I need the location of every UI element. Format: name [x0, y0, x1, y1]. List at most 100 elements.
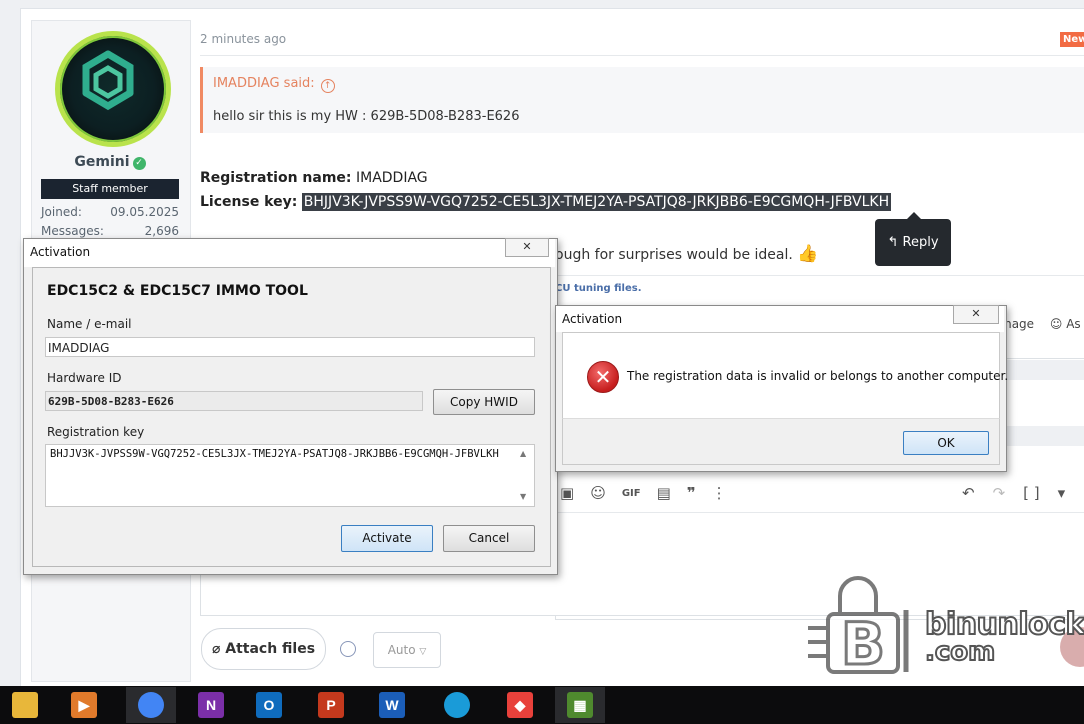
license-key-label: License key: — [200, 194, 298, 210]
new-badge: New — [1060, 32, 1084, 47]
powerpoint-icon: P — [318, 692, 344, 718]
emoji-icon[interactable]: ☺ — [590, 484, 606, 502]
taskbar-chip-tool[interactable]: ▦ — [555, 687, 605, 723]
more-options-icon[interactable]: ⋮ — [712, 484, 727, 502]
reaction-bar-partial[interactable]: mage ☺ As — [1000, 317, 1081, 331]
messages-label: Messages: — [41, 224, 104, 238]
thumbs-up-icon: 👍 — [797, 244, 819, 264]
editor-toolbar-right: ↶ ↷ [ ] ▾ — [962, 480, 1065, 506]
onenote-icon: N — [198, 692, 224, 718]
close-button[interactable]: ✕ — [505, 238, 549, 257]
signature-text[interactable]: CU tuning files. — [555, 283, 642, 294]
quote-author[interactable]: IMADDIAG said: ↑ — [213, 76, 335, 93]
outlook-icon: O — [256, 692, 282, 718]
cancel-button[interactable]: Cancel — [443, 525, 535, 552]
activation-dialog-titlebar[interactable] — [24, 239, 555, 267]
product-heading: EDC15C2 & EDC15C7 IMMO TOOL — [47, 283, 308, 299]
divider — [200, 55, 1084, 56]
username-text[interactable]: Gemini — [74, 154, 129, 170]
activation-panel — [32, 267, 551, 567]
quote-text: hello sir this is my HW : 629B-5D08-B283… — [213, 109, 520, 124]
taskbar-outlook[interactable]: O — [244, 687, 294, 723]
close-icon: ✕ — [971, 307, 981, 320]
messages-value: 2,696 — [144, 224, 179, 238]
quote-icon[interactable]: ❞ — [687, 484, 696, 502]
error-dialog-titlebar[interactable] — [556, 306, 1004, 332]
arrow-up-icon[interactable]: ↑ — [320, 79, 335, 93]
hwid-label: Hardware ID — [47, 371, 122, 385]
paperclip-icon: ⌀ — [211, 641, 221, 657]
word-icon: W — [379, 692, 405, 718]
activate-button[interactable]: Activate — [341, 525, 433, 552]
image-icon[interactable]: ▣ — [560, 484, 574, 502]
taskbar-powerpoint[interactable]: P — [306, 687, 356, 723]
divider — [555, 512, 1084, 513]
error-message: The registration data is invalid or belo… — [627, 369, 1009, 383]
save-draft-icon[interactable]: ▾ — [1058, 484, 1066, 502]
ok-button[interactable]: OK — [903, 431, 989, 455]
quote-author-text[interactable]: IMADDIAG said: — [213, 76, 315, 91]
ask-label[interactable]: As — [1066, 317, 1080, 331]
taskbar-edge[interactable] — [432, 687, 482, 723]
copy-hwid-button[interactable]: Copy HWID — [433, 389, 535, 415]
scroll-up-icon[interactable]: ▲ — [520, 449, 526, 458]
close-icon: ✕ — [522, 240, 532, 253]
error-dialog-title: Activation — [562, 312, 623, 326]
gif-icon[interactable]: GIF — [622, 488, 641, 499]
watermark-text-domain: .com — [924, 637, 996, 667]
ask-icon[interactable]: ☺ — [1050, 317, 1063, 331]
svg-text:B: B — [841, 610, 885, 676]
joined-label: Joined: — [41, 205, 82, 219]
file-explorer-icon — [12, 692, 38, 718]
close-button[interactable]: ✕ — [953, 305, 999, 324]
taskbar-media-player[interactable]: ▶ — [59, 687, 109, 723]
taskbar-onenote[interactable]: N — [186, 687, 236, 723]
taskbar-chrome[interactable] — [126, 687, 176, 723]
globe-icon[interactable] — [340, 641, 356, 657]
name-field[interactable]: IMADDIAG — [45, 337, 535, 357]
license-key-selected-text[interactable]: BHJJV3K-JVPSS9W-VGQ7252-CE5L3JX-TMEJ2YA-… — [301, 193, 892, 211]
taskbar-word[interactable]: W — [367, 687, 417, 723]
editor-toolbar: ▣ ☺ GIF ▤ ❞ ⋮ — [560, 480, 727, 506]
auto-select-value[interactable]: Auto — [388, 643, 416, 657]
editor-band — [1000, 360, 1084, 380]
chip-tool-icon: ▦ — [567, 692, 593, 718]
error-icon: ✕ — [587, 361, 619, 393]
edge-icon — [444, 692, 470, 718]
activation-dialog-title: Activation — [30, 245, 91, 259]
divider — [555, 275, 1084, 276]
registration-name-label: Registration name: — [200, 170, 352, 186]
messages-row: Messages: 2,696 — [41, 224, 179, 238]
auto-select[interactable]: Auto ▽ — [373, 632, 441, 668]
reply-label[interactable]: Reply — [903, 235, 939, 250]
scroll-down-icon[interactable]: ▼ — [520, 492, 526, 501]
joined-row: Joined: 09.05.2025 — [41, 205, 179, 219]
anydesk-icon: ◆ — [507, 692, 533, 718]
post-body-text: ough for surprises would be ideal. — [555, 247, 793, 263]
post-time[interactable]: 2 minutes ago — [200, 32, 286, 46]
registration-name-value: IMADDIAG — [355, 170, 428, 186]
redo-icon[interactable]: ↷ — [993, 484, 1006, 502]
name-label: Name / e-mail — [47, 317, 132, 331]
media-player-icon: ▶ — [71, 692, 97, 718]
verified-check-icon: ✓ — [132, 157, 146, 170]
hwid-field[interactable]: 629B-5D08-B283-E626 — [45, 391, 423, 411]
openai-knot-icon — [82, 50, 134, 111]
watermark-text: binunlock — [924, 607, 1084, 642]
attach-files-label[interactable]: Attach files — [225, 641, 315, 657]
taskbar-anydesk[interactable]: ◆ — [495, 687, 545, 723]
joined-value: 09.05.2025 — [110, 205, 179, 219]
registration-name-line: Registration name: IMADDIAG — [200, 170, 428, 186]
post-body-partial: ough for surprises would be ideal. 👍 — [555, 244, 818, 264]
undo-icon[interactable]: ↶ — [962, 484, 975, 502]
taskbar-file-explorer[interactable] — [0, 687, 50, 723]
avatar[interactable] — [55, 31, 171, 147]
attach-files-button[interactable]: ⌀ Attach files — [201, 628, 326, 670]
reply-tooltip[interactable]: ↰ Reply — [875, 219, 951, 266]
media-icon[interactable]: ▤ — [657, 484, 671, 502]
reply-icon: ↰ — [887, 235, 899, 250]
chevron-down-icon: ▽ — [419, 647, 427, 657]
regkey-value[interactable]: BHJJV3K-JVPSS9W-VGQ7252-CE5L3JX-TMEJ2YA-… — [50, 448, 515, 461]
toggle-bbcode-icon[interactable]: [ ] — [1023, 484, 1039, 502]
username[interactable]: Gemini ✓ — [41, 154, 179, 170]
